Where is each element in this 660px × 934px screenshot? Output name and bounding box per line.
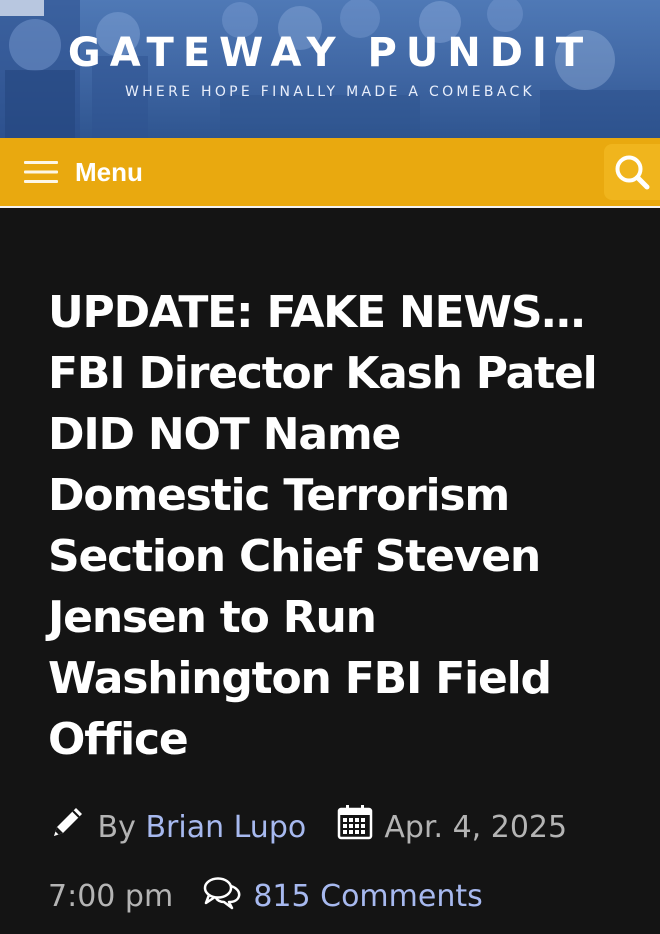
article: UPDATE: FAKE NEWS… FBI Director Kash Pat… (0, 208, 660, 934)
article-date: Apr. 4, 2025 (384, 810, 568, 845)
search-icon (615, 155, 650, 190)
article-headline: UPDATE: FAKE NEWS… FBI Director Kash Pat… (48, 287, 598, 765)
site-title[interactable]: GATEWAY PUNDIT (0, 30, 660, 76)
pencil-icon (48, 801, 88, 865)
menu-button[interactable]: Menu (24, 138, 143, 206)
comments-link[interactable]: 815 Comments (253, 879, 482, 914)
menu-label: Menu (75, 156, 143, 187)
site-tagline: WHERE HOPE FINALLY MADE A COMEBACK (124, 84, 536, 100)
calendar-icon (335, 801, 375, 865)
comments-icon (202, 870, 244, 934)
site-banner[interactable]: GATEWAY PUNDIT WHERE HOPE FINALLY MADE A… (0, 0, 660, 138)
search-button[interactable] (604, 144, 660, 200)
nav-bar: Menu (0, 138, 660, 208)
hamburger-icon (24, 161, 58, 183)
author-link[interactable]: Brian Lupo (145, 810, 306, 845)
article-time: 7:00 pm (48, 879, 174, 914)
article-meta: By Brian Lupo Apr. 4, 2025 7:00 pm 815 C… (48, 796, 612, 934)
byline-prefix: By (97, 810, 136, 845)
